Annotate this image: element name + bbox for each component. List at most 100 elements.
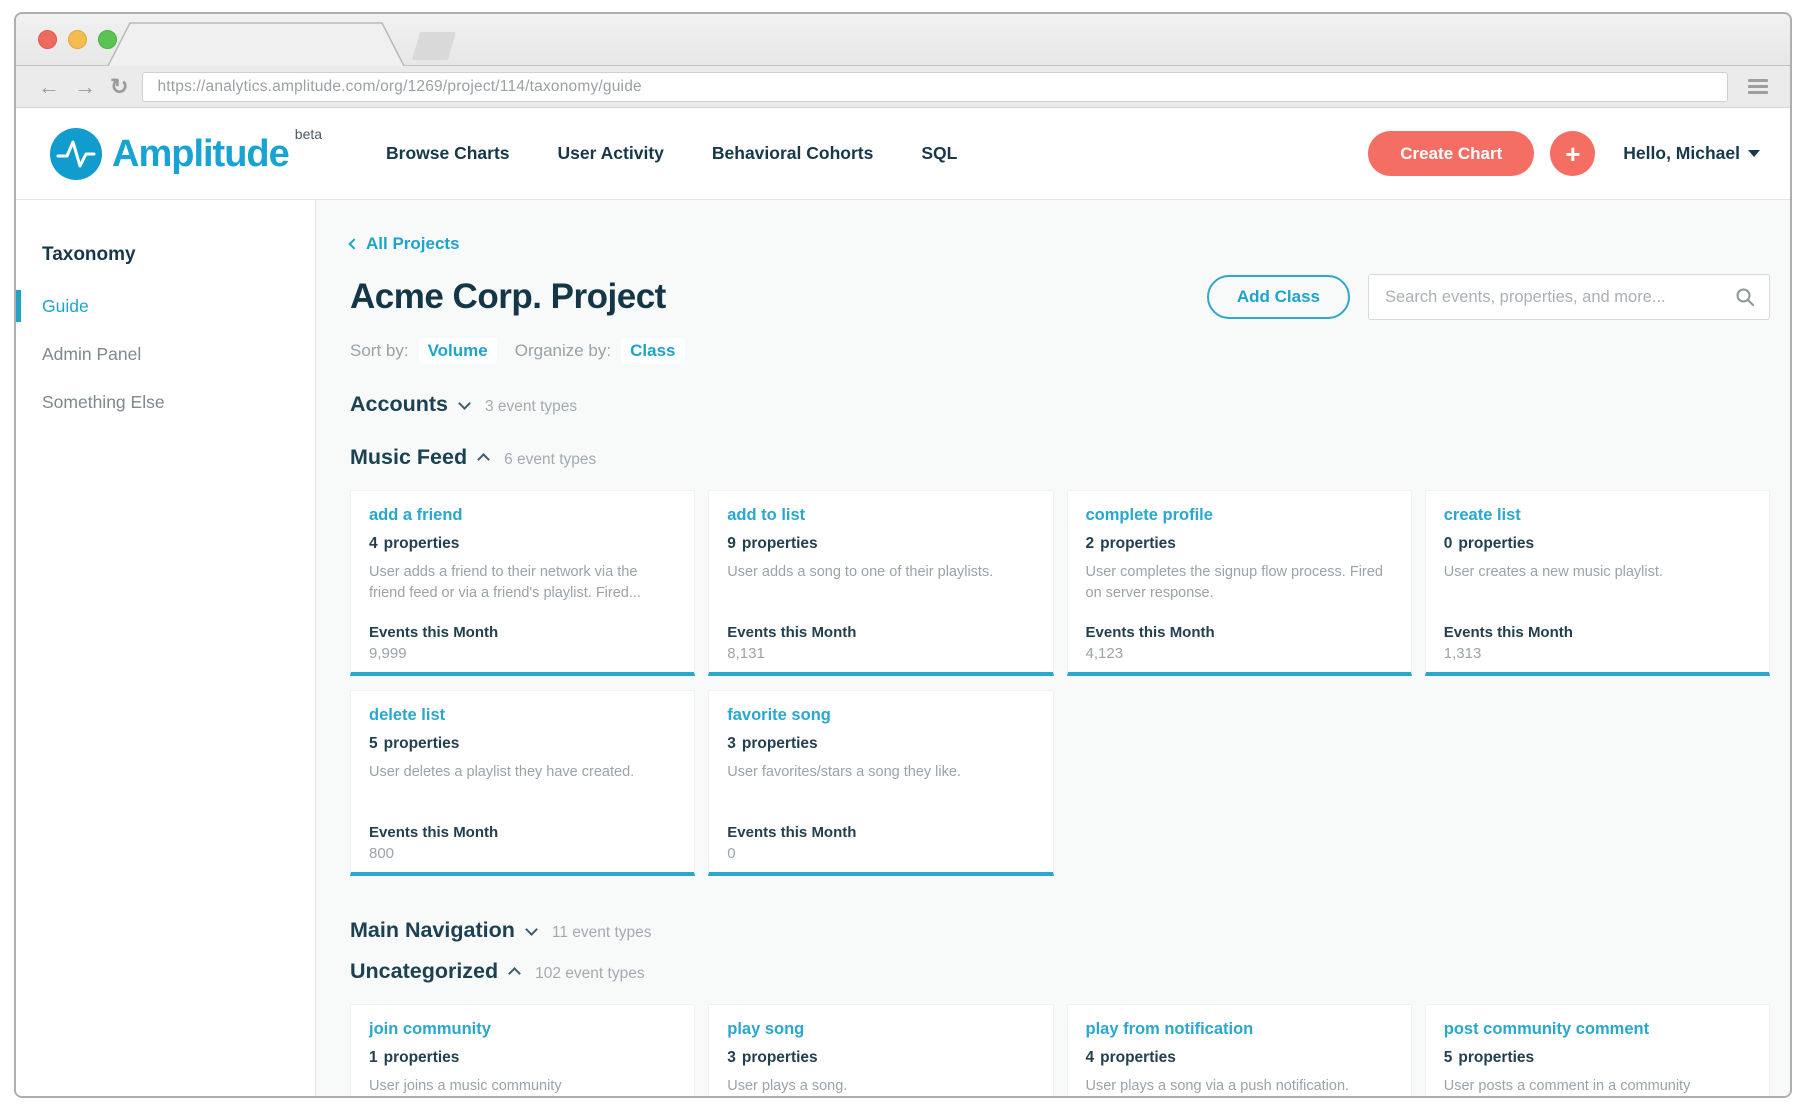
reload-icon[interactable]: ↻: [110, 76, 128, 98]
sort-by-value[interactable]: Volume: [419, 338, 497, 364]
sidebar: Taxonomy Guide Admin Panel Something Els…: [16, 200, 316, 1098]
section-main-navigation-meta: 11 event types: [552, 924, 652, 942]
chevron-down-icon: [1748, 150, 1760, 157]
event-title[interactable]: play song: [727, 1020, 1034, 1039]
add-button[interactable]: +: [1550, 131, 1595, 176]
events-this-month-value: 4,123: [1086, 645, 1393, 662]
events-this-month-value: 1,313: [1444, 645, 1751, 662]
all-projects-link[interactable]: All Projects: [350, 234, 1770, 254]
section-uncategorized: Uncategorized 102 event types: [350, 959, 1770, 984]
sidebar-item-something-else[interactable]: Something Else: [16, 378, 315, 426]
event-description: User completes the signup flow process. …: [1086, 562, 1393, 603]
event-title[interactable]: join community: [369, 1020, 676, 1039]
section-accounts: Accounts 3 event types: [350, 392, 1770, 417]
browser-menu-icon[interactable]: [1748, 79, 1768, 94]
organize-by-value[interactable]: Class: [621, 338, 684, 364]
browser-tab[interactable]: [106, 14, 406, 66]
event-title[interactable]: add a friend: [369, 506, 676, 525]
section-uncategorized-meta: 102 event types: [535, 965, 644, 983]
nav-sql[interactable]: SQL: [921, 143, 957, 164]
event-card[interactable]: delete list 5properties User deletes a p…: [350, 690, 695, 876]
section-accounts-meta: 3 event types: [485, 398, 577, 416]
amplitude-logo[interactable]: Amplitude beta: [50, 128, 322, 180]
events-this-month-label: Events this Month: [727, 624, 1034, 641]
event-title[interactable]: complete profile: [1086, 506, 1393, 525]
browser-window: ← → ↻ https://analytics.amplitude.com/or…: [14, 12, 1792, 1098]
events-this-month-value: 8,131: [727, 645, 1034, 662]
event-title[interactable]: play from notification: [1086, 1020, 1393, 1039]
user-greeting-text: Hello, Michael: [1623, 143, 1740, 164]
browser-titlebar: [16, 14, 1790, 66]
event-description: User adds a song to one of their playlis…: [727, 562, 1034, 583]
event-title[interactable]: add to list: [727, 506, 1034, 525]
event-card[interactable]: create list 0properties User creates a n…: [1425, 490, 1770, 676]
event-card[interactable]: play song 3properties User plays a song.: [708, 1004, 1053, 1098]
section-uncategorized-toggle[interactable]: Uncategorized: [350, 959, 519, 984]
chevron-left-icon: [348, 238, 359, 249]
close-window-button[interactable]: [38, 30, 57, 49]
section-music-feed: Music Feed 6 event types: [350, 445, 1770, 470]
event-description: User plays a song.: [727, 1076, 1034, 1097]
minimize-window-button[interactable]: [68, 30, 87, 49]
sidebar-item-admin-panel[interactable]: Admin Panel: [16, 330, 315, 378]
create-chart-button[interactable]: Create Chart: [1368, 131, 1534, 176]
section-accounts-toggle[interactable]: Accounts: [350, 392, 469, 417]
chevron-down-icon: [525, 923, 538, 936]
address-bar[interactable]: https://analytics.amplitude.com/org/1269…: [142, 72, 1728, 102]
organize-by-label: Organize by:: [515, 341, 611, 361]
event-card[interactable]: join community 1properties User joins a …: [350, 1004, 695, 1098]
events-this-month-label: Events this Month: [727, 824, 1034, 841]
events-this-month-label: Events this Month: [1086, 624, 1393, 641]
chevron-up-icon: [508, 967, 521, 980]
back-icon[interactable]: ←: [38, 76, 60, 98]
section-music-feed-meta: 6 event types: [504, 451, 596, 469]
event-card[interactable]: play from notification 4properties User …: [1067, 1004, 1412, 1098]
browser-toolbar: ← → ↻ https://analytics.amplitude.com/or…: [16, 66, 1790, 108]
event-card-grid: join community 1properties User joins a …: [350, 1004, 1770, 1098]
event-card[interactable]: add to list 9properties User adds a song…: [708, 490, 1053, 676]
event-description: User posts a comment in a community: [1444, 1076, 1751, 1097]
nav-behavioral-cohorts[interactable]: Behavioral Cohorts: [712, 143, 873, 164]
search-icon[interactable]: [1735, 287, 1755, 307]
sort-controls: Sort by: Volume Organize by: Class: [350, 338, 1770, 364]
events-this-month-value: 0: [727, 845, 1034, 862]
active-indicator: [16, 290, 21, 322]
nav-browse-charts[interactable]: Browse Charts: [386, 143, 510, 164]
event-title[interactable]: create list: [1444, 506, 1751, 525]
page-title: Acme Corp. Project: [350, 277, 666, 317]
beta-badge: beta: [295, 126, 322, 142]
sidebar-title: Taxonomy: [16, 244, 315, 266]
events-this-month-value: 800: [369, 845, 676, 862]
event-card[interactable]: post community comment 5properties User …: [1425, 1004, 1770, 1098]
user-menu[interactable]: Hello, Michael: [1623, 143, 1760, 164]
amplitude-logo-icon: [50, 128, 102, 180]
new-tab-button[interactable]: [412, 32, 456, 60]
section-music-feed-toggle[interactable]: Music Feed: [350, 445, 488, 470]
sidebar-item-guide[interactable]: Guide: [16, 282, 315, 330]
events-this-month-label: Events this Month: [369, 824, 676, 841]
event-title[interactable]: favorite song: [727, 706, 1034, 725]
event-card[interactable]: add a friend 4properties User adds a fri…: [350, 490, 695, 676]
event-description: User joins a music community: [369, 1076, 676, 1097]
event-card[interactable]: complete profile 2properties User comple…: [1067, 490, 1412, 676]
chevron-up-icon: [477, 453, 490, 466]
event-description: User favorites/stars a song they like.: [727, 762, 1034, 783]
events-this-month-label: Events this Month: [369, 624, 676, 641]
event-title[interactable]: post community comment: [1444, 1020, 1751, 1039]
event-card[interactable]: favorite song 3properties User favorites…: [708, 690, 1053, 876]
forward-icon[interactable]: →: [74, 76, 96, 98]
add-class-button[interactable]: Add Class: [1207, 275, 1350, 319]
section-main-navigation-toggle[interactable]: Main Navigation: [350, 918, 536, 943]
primary-nav: Browse Charts User Activity Behavioral C…: [386, 143, 957, 164]
event-card-grid: add a friend 4properties User adds a fri…: [350, 490, 1770, 876]
sort-by-label: Sort by:: [350, 341, 409, 361]
search-box: [1368, 274, 1770, 320]
event-title[interactable]: delete list: [369, 706, 676, 725]
main-content: All Projects Acme Corp. Project Add Clas…: [316, 200, 1790, 1098]
section-main-navigation: Main Navigation 11 event types: [350, 918, 1770, 943]
nav-user-activity[interactable]: User Activity: [558, 143, 664, 164]
app-header: Amplitude beta Browse Charts User Activi…: [16, 108, 1790, 200]
logo-wordmark: Amplitude: [112, 128, 289, 180]
event-description: User plays a song via a push notificatio…: [1086, 1076, 1393, 1097]
search-input[interactable]: [1385, 288, 1735, 307]
